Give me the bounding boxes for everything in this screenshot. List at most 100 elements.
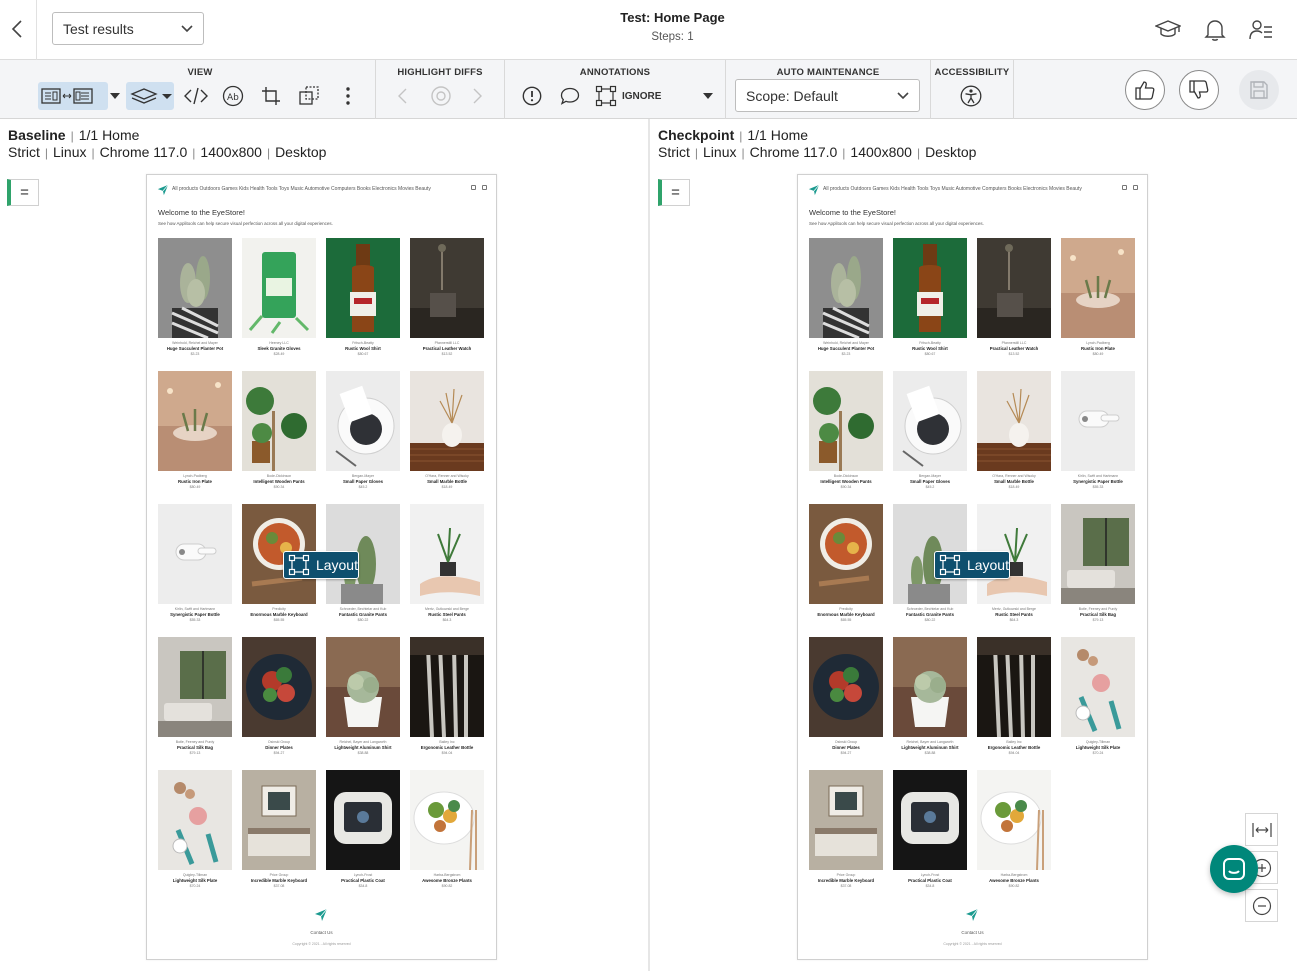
product-image[interactable] <box>242 371 316 471</box>
product-name[interactable]: Awesome Bronze Plants <box>977 878 1051 883</box>
previous-diff-button[interactable] <box>392 82 412 110</box>
product-card[interactable]: Bailey Inc Ergonomic Leather Bottle $94.04 <box>410 637 484 755</box>
product-image[interactable] <box>809 371 883 471</box>
product-card[interactable]: Osinski Group Dinner Plates $94.27 <box>242 637 316 755</box>
diff-status-badge[interactable]: = <box>7 179 39 206</box>
product-name[interactable]: Incredible Marble Keyboard <box>809 878 883 883</box>
product-card[interactable]: Lynch-Padberg Rustic Iron Plate $80.49 <box>158 371 232 489</box>
product-image[interactable] <box>410 504 484 604</box>
product-name[interactable]: Rustic Steel Pants <box>977 612 1051 617</box>
contact-link[interactable]: Contact Us <box>798 930 1147 935</box>
thumbs-up-button[interactable] <box>1125 70 1165 110</box>
search-icon[interactable] <box>471 185 476 190</box>
product-card[interactable]: Quigley-Tillman Lightweight Silk Plate $70… <box>158 770 232 888</box>
product-name[interactable]: Fantastic Granite Pants <box>326 612 400 617</box>
next-diff-button[interactable] <box>468 82 488 110</box>
product-image[interactable] <box>410 637 484 737</box>
product-image[interactable] <box>158 504 232 604</box>
product-image[interactable] <box>893 770 967 870</box>
cart-icon[interactable] <box>1133 185 1138 190</box>
product-image[interactable] <box>893 238 967 338</box>
thumbs-down-button[interactable] <box>1179 70 1219 110</box>
product-image[interactable] <box>977 637 1051 737</box>
product-name[interactable]: Ergonomic Leather Bottle <box>410 745 484 750</box>
product-image[interactable] <box>1061 238 1135 338</box>
product-name[interactable]: Dinner Plates <box>242 745 316 750</box>
product-card[interactable]: Weinhold, Reichel and Mayer Huge Succulen… <box>809 238 883 356</box>
product-image[interactable] <box>1061 637 1135 737</box>
product-card[interactable]: Kirlin, Swift and Hartmann Synergistic Pa… <box>158 504 232 622</box>
product-image[interactable] <box>158 770 232 870</box>
product-card[interactable]: Reichel, Bayer and Langworth Lightweight … <box>893 637 967 755</box>
product-card[interactable]: Pfannerstill LLC Practical Leather Watch $… <box>410 238 484 356</box>
product-image[interactable] <box>158 238 232 338</box>
layout-region-tag[interactable]: Layout <box>283 551 359 579</box>
product-card[interactable]: Weinhold, Reichel and Mayer Huge Succulen… <box>158 238 232 356</box>
product-image[interactable] <box>242 238 316 338</box>
product-card[interactable]: Reichel, Bayer and Langworth Lightweight … <box>326 637 400 755</box>
product-name[interactable]: Synergistic Paper Bottle <box>158 612 232 617</box>
product-card[interactable]: Price Group Incredible Marble Keyboard $37… <box>242 770 316 888</box>
product-name[interactable]: Small Marble Bottle <box>410 479 484 484</box>
product-name[interactable]: Intelligent Wooden Pants <box>242 479 316 484</box>
product-image[interactable] <box>809 637 883 737</box>
product-image[interactable] <box>977 371 1051 471</box>
contact-link[interactable]: Contact Us <box>147 930 496 935</box>
product-image[interactable] <box>893 371 967 471</box>
product-image[interactable] <box>410 770 484 870</box>
region-button[interactable] <box>296 82 322 110</box>
ignore-region-button[interactable] <box>594 82 618 110</box>
diff-status-badge[interactable]: = <box>658 179 690 206</box>
product-card[interactable]: O'Hara, Renner and Wisoky Small Marble Bo… <box>977 371 1051 489</box>
product-image[interactable] <box>977 238 1051 338</box>
product-name[interactable]: Lightweight Aluminum Shirt <box>893 745 967 750</box>
bell-icon[interactable] <box>1202 17 1228 43</box>
product-card[interactable]: Lynch-Padberg Rustic Iron Plate $80.49 <box>1061 238 1135 356</box>
product-card[interactable]: Quigley-Tillman Lightweight Silk Plate $70… <box>1061 637 1135 755</box>
product-card[interactable]: Harba-Bergstrom Awesome Bronze Plants $90.… <box>977 770 1051 888</box>
product-image[interactable] <box>809 238 883 338</box>
product-card[interactable]: Bailey Inc Ergonomic Leather Bottle $94.04 <box>977 637 1051 755</box>
product-card[interactable]: Lynch-Frost Practical Plastic Coat $34.8 <box>326 770 400 888</box>
product-name[interactable]: Huge Succulent Planter Pot <box>158 346 232 351</box>
product-image[interactable] <box>242 637 316 737</box>
product-name[interactable]: Huge Succulent Planter Pot <box>809 346 883 351</box>
product-card[interactable]: Predicity Enormous Marble Keyboard $65.55 <box>809 504 883 622</box>
product-image[interactable] <box>893 637 967 737</box>
product-card[interactable]: Pfannerstill LLC Practical Leather Watch $… <box>977 238 1051 356</box>
product-image[interactable] <box>410 371 484 471</box>
product-name[interactable]: Lightweight Silk Plate <box>158 878 232 883</box>
product-image[interactable] <box>326 371 400 471</box>
product-name[interactable]: Enormous Marble Keyboard <box>809 612 883 617</box>
product-card[interactable]: Osinski Group Dinner Plates $94.27 <box>809 637 883 755</box>
graduation-cap-icon[interactable] <box>1155 17 1181 43</box>
crop-button[interactable] <box>258 82 284 110</box>
product-card[interactable]: Bergan-Mayer Small Paper Gloves $45.2 <box>326 371 400 489</box>
product-name[interactable]: Rustic Steel Pants <box>410 612 484 617</box>
product-card[interactable]: Bode-Dickinson Intelligent Wooden Pants $9… <box>242 371 316 489</box>
scope-select[interactable]: Scope: Default <box>735 79 920 112</box>
cart-icon[interactable] <box>482 185 487 190</box>
product-name[interactable]: Rustic Wool Shirt <box>326 346 400 351</box>
product-name[interactable]: Sleek Granite Gloves <box>242 346 316 351</box>
product-name[interactable]: Rustic Iron Plate <box>158 479 232 484</box>
product-image[interactable] <box>326 238 400 338</box>
product-name[interactable]: Rustic Wool Shirt <box>893 346 967 351</box>
product-name[interactable]: Practical Plastic Coat <box>326 878 400 883</box>
product-card[interactable]: Bode-Dickinson Intelligent Wooden Pants $9… <box>809 371 883 489</box>
product-card[interactable]: Botle, Feeney and Purdy Practical Silk Ba… <box>158 637 232 755</box>
product-name[interactable]: Small Paper Gloves <box>326 479 400 484</box>
product-card[interactable]: Botle, Feeney and Purdy Practical Silk Ba… <box>1061 504 1135 622</box>
product-name[interactable]: Practical Silk Bag <box>1061 612 1135 617</box>
product-name[interactable]: Intelligent Wooden Pants <box>809 479 883 484</box>
product-card[interactable]: Fritsch-Beatty Rustic Wool Shirt $80.67 <box>326 238 400 356</box>
product-card[interactable]: Heeney LLC Sleek Granite Gloves $28.49 <box>242 238 316 356</box>
search-icon[interactable] <box>1122 185 1127 190</box>
layers-button[interactable] <box>126 82 174 110</box>
product-name[interactable]: Practical Leather Watch <box>410 346 484 351</box>
product-name[interactable]: Fantastic Granite Pants <box>893 612 967 617</box>
product-name[interactable]: Enormous Marble Keyboard <box>242 612 316 617</box>
product-image[interactable] <box>326 637 400 737</box>
annotation-dropdown-button[interactable] <box>700 82 716 110</box>
product-image[interactable] <box>410 238 484 338</box>
